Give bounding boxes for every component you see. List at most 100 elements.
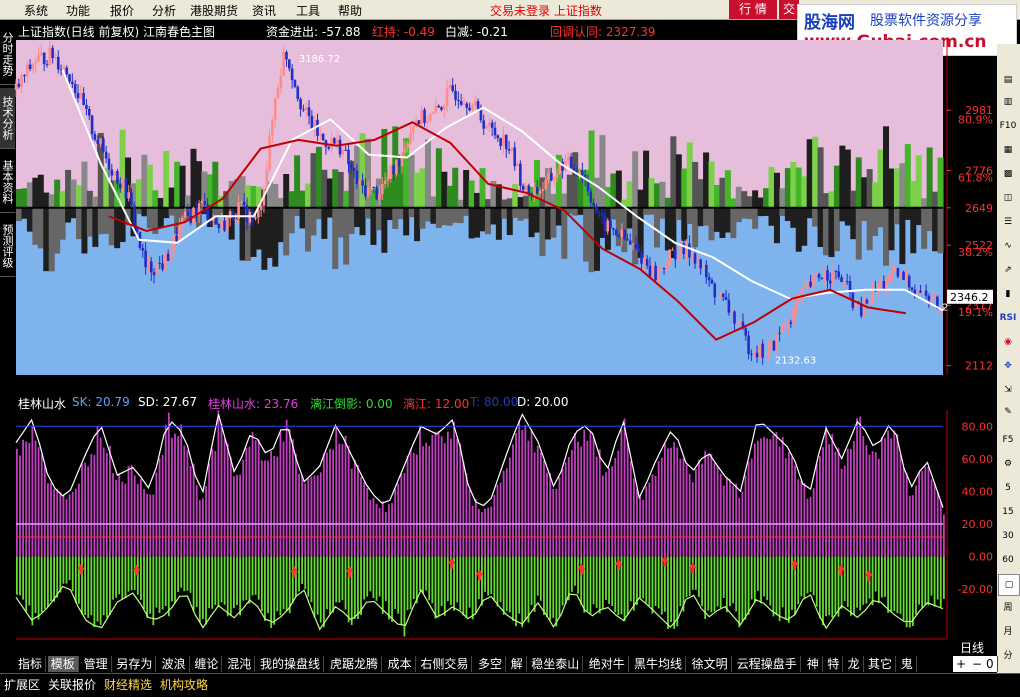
toolbar-period-60[interactable]: 60 [998, 550, 1018, 570]
formula-tab-7[interactable]: 我的操盘线 [257, 656, 325, 672]
osc-bar-up [53, 489, 56, 557]
osc-bar-down [574, 556, 576, 586]
formula-tab-3[interactable]: 另存为 [113, 656, 157, 672]
toolbar-f12-icon[interactable]: ▩ [998, 164, 1018, 184]
formula-tab-10[interactable]: 右侧交易 [417, 656, 473, 672]
status-tab-finance[interactable]: 财经精选 [104, 676, 152, 693]
candle-body [448, 85, 452, 89]
formula-tab-14[interactable]: 绝对牛 [586, 656, 629, 672]
toolbar-gear-icon[interactable]: ⚙ [998, 454, 1018, 474]
formula-tab-5[interactable]: 缠论 [191, 656, 223, 672]
menu-item-tools[interactable]: 工具 [296, 2, 320, 19]
toolbar-candle-icon[interactable]: ▮ [998, 284, 1018, 304]
tab-technical[interactable]: 技术分析 [0, 88, 15, 149]
toolbar-grid-icon[interactable]: ▦ [998, 140, 1018, 160]
formula-tab-22[interactable]: 鬼 [898, 656, 917, 672]
formula-tab-12[interactable]: 解 [508, 656, 527, 672]
toolbar-rsi-button[interactable]: RSI [998, 308, 1018, 328]
formula-tab-21[interactable]: 其它 [865, 656, 897, 672]
tab-fundamentals[interactable]: 基本资料 [0, 152, 15, 213]
menu-item-quote[interactable]: 报价 [110, 2, 134, 19]
candle-body [817, 274, 821, 278]
quote-button[interactable]: 行 情 [729, 0, 777, 19]
osc-bar-up [636, 489, 638, 557]
toolbar-pen-icon[interactable]: ✎ [998, 402, 1018, 422]
osc-bar-up [735, 483, 738, 557]
candle-body [905, 275, 908, 280]
menu-item-hk-futures[interactable]: 港股期货 [190, 2, 238, 19]
candle-body [279, 75, 283, 89]
toolbar-week-button[interactable]: 周 [998, 598, 1018, 618]
toolbar-target-icon[interactable]: ◉ [998, 332, 1018, 352]
toolbar-f10-button[interactable]: F10 [998, 116, 1018, 136]
menu-item-info[interactable]: 资讯 [252, 2, 276, 19]
osc-bar-down [791, 556, 793, 610]
candle-body [254, 217, 257, 219]
formula-tab-6[interactable]: 混沌 [224, 656, 256, 672]
volume-mountain-up [141, 154, 148, 208]
tab-intraday[interactable]: 分时走势 [0, 24, 15, 85]
formula-tab-8[interactable]: 虎踞龙腾 [327, 656, 383, 672]
formula-tab-4[interactable]: 波浪 [159, 656, 190, 672]
osc-bar-down [623, 556, 626, 622]
tab-rating[interactable]: 预测评级 [0, 216, 15, 277]
toolbar-move-icon[interactable]: ✥ [998, 356, 1018, 376]
formula-control-2[interactable]: 0 [983, 656, 998, 672]
volume-mountain-down [566, 207, 573, 214]
toolbar-export-icon[interactable]: ⇲ [998, 380, 1018, 400]
osc-bar-down [381, 556, 384, 614]
menu-item-system[interactable]: 系统 [24, 2, 48, 19]
osc-bar-down [632, 556, 635, 611]
formula-tab-9[interactable]: 成本 [385, 656, 416, 672]
candle-body [843, 280, 846, 282]
formula-tab-11[interactable]: 多空 [475, 656, 507, 672]
formula-tab-17[interactable]: 云程操盘手 [734, 656, 801, 672]
formula-tab-2[interactable]: 管理 [81, 656, 112, 672]
toolbar-month-button[interactable]: 月 [998, 622, 1018, 642]
candle-body [445, 88, 449, 106]
formula-tab-1[interactable]: 模板 [47, 656, 79, 672]
volume-mountain-up [795, 167, 802, 208]
candle-body [643, 259, 646, 264]
toolbar-trend-icon[interactable]: ⇗ [998, 260, 1018, 280]
formula-tab-0[interactable]: 指标 [15, 656, 47, 672]
volume-mountain-up [408, 155, 415, 208]
toolbar-day-button[interactable]: ▢ [998, 574, 1020, 596]
toolbar-period-30[interactable]: 30 [998, 526, 1018, 546]
status-tab-related[interactable]: 关联报价 [48, 676, 96, 693]
osc-bar-up [205, 486, 207, 557]
formula-tab-19[interactable]: 特 [824, 656, 844, 672]
toolbar-period-15[interactable]: 15 [998, 502, 1018, 522]
toolbar-minute-button[interactable]: 分 [998, 646, 1018, 666]
toolbar-chart-icon[interactable]: ▤ [998, 70, 1018, 90]
osc-bar-down [477, 556, 480, 600]
formula-tab-20[interactable]: 龙 [845, 656, 864, 672]
formula-tab-15[interactable]: 黑牛均线 [631, 656, 687, 672]
toolbar-bars-icon[interactable]: ▥ [998, 92, 1018, 112]
osc-bar-up [632, 478, 635, 557]
status-tab-expand[interactable]: 扩展区 [4, 676, 40, 693]
toolbar-period-5[interactable]: 5 [998, 478, 1018, 498]
osc-bar-down [53, 556, 56, 602]
toolbar-stack-icon[interactable]: ☰ [998, 212, 1018, 232]
formula-tab-18[interactable]: 神 [804, 656, 823, 672]
volume-mountain-up [261, 189, 268, 208]
osc-bar-down [527, 556, 530, 623]
formula-control-0[interactable]: + [953, 656, 971, 672]
menu-item-analysis[interactable]: 分析 [152, 2, 176, 19]
formula-tab-16[interactable]: 徐文明 [689, 656, 732, 672]
volume-mountain-down [195, 207, 202, 228]
toolbar-f5-button[interactable]: F5 [998, 430, 1018, 450]
toolbar-wave-icon[interactable]: ∿ [998, 236, 1018, 256]
trade-button[interactable]: 交 [779, 0, 799, 19]
formula-tab-13[interactable]: 稳坐泰山 [528, 656, 584, 672]
volume-mountain-up [424, 139, 431, 208]
osc-bar-up [508, 457, 511, 557]
status-tab-institution[interactable]: 机构攻略 [160, 676, 208, 693]
osc-bar-down [96, 556, 99, 622]
menu-item-help[interactable]: 帮助 [338, 2, 362, 19]
toolbar-line-icon[interactable]: ◫ [998, 188, 1018, 208]
menu-item-function[interactable]: 功能 [66, 2, 90, 19]
osc-bar-down [608, 556, 610, 604]
price-chart[interactable]: 3186.72 2132.63 2981 2776 2649 2522 2317 2112 8… [0, 0, 1020, 640]
